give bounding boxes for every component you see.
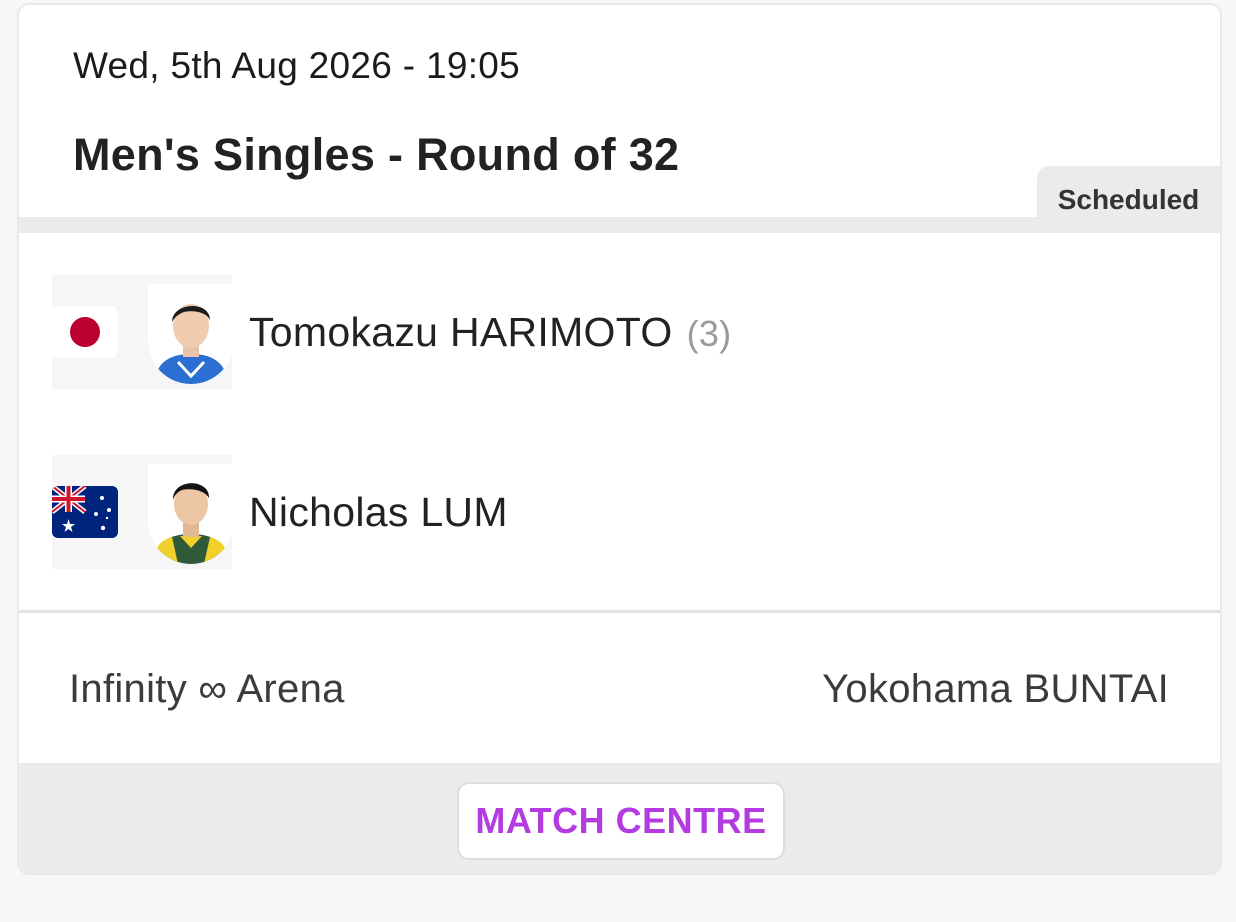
player-avatar	[148, 284, 234, 384]
player-media	[52, 455, 234, 569]
player-name: Tomokazu HARIMOTO (3)	[249, 309, 732, 355]
match-datetime: Wed, 5th Aug 2026 - 19:05	[73, 45, 521, 86]
match-header: Wed, 5th Aug 2026 - 19:05 Men's Singles …	[19, 5, 1220, 233]
australia-flag-icon	[52, 486, 118, 538]
player-row[interactable]: Nicholas LUM	[19, 455, 1220, 569]
status-badge: Scheduled	[1037, 166, 1220, 233]
match-centre-button[interactable]: MATCH CENTRE	[457, 782, 785, 860]
player-avatar	[148, 464, 234, 564]
japan-flag-icon	[52, 306, 118, 358]
card-footer: MATCH CENTRE	[19, 763, 1220, 873]
match-card: Wed, 5th Aug 2026 - 19:05 Men's Singles …	[17, 3, 1222, 875]
event-title: Men's Singles - Round of 32	[73, 129, 680, 180]
venue-name: Infinity ∞ Arena	[69, 667, 345, 711]
venue-city: Yokohama BUNTAI	[822, 667, 1169, 711]
player-seed: (3)	[686, 313, 732, 354]
players-list: Tomokazu HARIMOTO (3) Nicholas LUM	[19, 233, 1220, 613]
divider	[19, 610, 1220, 613]
player-name: Nicholas LUM	[249, 489, 508, 535]
player-row[interactable]: Tomokazu HARIMOTO (3)	[19, 275, 1220, 389]
player-media	[52, 275, 234, 389]
